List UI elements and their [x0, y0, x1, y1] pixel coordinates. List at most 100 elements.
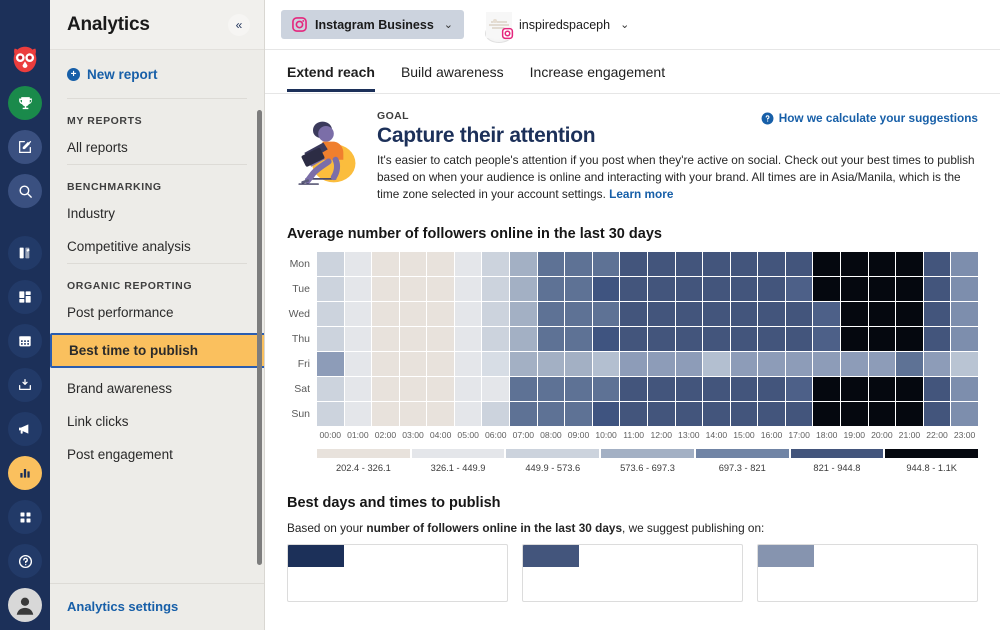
heatmap-cell[interactable]: [841, 277, 868, 301]
heatmap-cell[interactable]: [786, 302, 813, 326]
heatmap-cell[interactable]: [869, 277, 896, 301]
heatmap-cell[interactable]: [620, 327, 647, 351]
heatmap-cell[interactable]: [345, 327, 372, 351]
heatmap-cell[interactable]: [676, 252, 703, 276]
heatmap-cell[interactable]: [372, 377, 399, 401]
heatmap-cell[interactable]: [317, 402, 344, 426]
heatmap-cell[interactable]: [510, 302, 537, 326]
sidebar-item-all-reports[interactable]: All reports: [67, 131, 250, 164]
heatmap-cell[interactable]: [345, 377, 372, 401]
heatmap-cell[interactable]: [703, 252, 730, 276]
heatmap-cell[interactable]: [482, 327, 509, 351]
heatmap-cell[interactable]: [510, 352, 537, 376]
sidebar-item-brand-awareness[interactable]: Brand awareness: [67, 372, 250, 405]
heatmap-cell[interactable]: [400, 352, 427, 376]
heatmap-cell[interactable]: [565, 377, 592, 401]
heatmap-cell[interactable]: [813, 402, 840, 426]
heatmap-cell[interactable]: [400, 327, 427, 351]
heatmap-cell[interactable]: [427, 327, 454, 351]
megaphone-icon[interactable]: [8, 412, 42, 446]
heatmap-cell[interactable]: [648, 277, 675, 301]
heatmap-cell[interactable]: [786, 327, 813, 351]
heatmap-cell[interactable]: [455, 327, 482, 351]
heatmap-cell[interactable]: [565, 352, 592, 376]
heatmap-cell[interactable]: [703, 352, 730, 376]
heatmap-cell[interactable]: [400, 252, 427, 276]
heatmap-cell[interactable]: [620, 302, 647, 326]
heatmap-cell[interactable]: [924, 377, 951, 401]
trophy-icon[interactable]: [8, 86, 42, 120]
heatmap-cell[interactable]: [786, 377, 813, 401]
heatmap-cell[interactable]: [841, 302, 868, 326]
heatmap-cell[interactable]: [593, 252, 620, 276]
heatmap-cell[interactable]: [565, 402, 592, 426]
heatmap-cell[interactable]: [400, 377, 427, 401]
heatmap-cell[interactable]: [869, 352, 896, 376]
heatmap-cell[interactable]: [648, 377, 675, 401]
heatmap-cell[interactable]: [455, 302, 482, 326]
heatmap-cell[interactable]: [538, 252, 565, 276]
sidebar-item-best-time-to-publish[interactable]: Best time to publish: [50, 333, 264, 368]
heatmap-cell[interactable]: [538, 402, 565, 426]
heatmap-cell[interactable]: [317, 302, 344, 326]
sidebar-item-post-engagement[interactable]: Post engagement: [67, 438, 250, 471]
heatmap-cell[interactable]: [676, 277, 703, 301]
heatmap-cell[interactable]: [345, 277, 372, 301]
heatmap-cell[interactable]: [813, 277, 840, 301]
heatmap-cell[interactable]: [510, 327, 537, 351]
heatmap-cell[interactable]: [593, 327, 620, 351]
heatmap-cell[interactable]: [427, 402, 454, 426]
heatmap-cell[interactable]: [786, 402, 813, 426]
heatmap-cell[interactable]: [538, 277, 565, 301]
heatmap-cell[interactable]: [593, 277, 620, 301]
heatmap-cell[interactable]: [317, 277, 344, 301]
heatmap-cell[interactable]: [731, 327, 758, 351]
heatmap-cell[interactable]: [813, 252, 840, 276]
heatmap-cell[interactable]: [482, 277, 509, 301]
learn-more-link[interactable]: Learn more: [609, 187, 673, 201]
tab-increase-engagement[interactable]: Increase engagement: [530, 52, 665, 91]
heatmap-cell[interactable]: [841, 252, 868, 276]
heatmap-cell[interactable]: [869, 327, 896, 351]
sidebar-item-post-performance[interactable]: Post performance: [67, 296, 250, 329]
heatmap-cell[interactable]: [538, 327, 565, 351]
heatmap-cell[interactable]: [400, 302, 427, 326]
tab-build-awareness[interactable]: Build awareness: [401, 52, 504, 91]
heatmap-cell[interactable]: [455, 252, 482, 276]
heatmap-cell[interactable]: [896, 327, 923, 351]
heatmap-cell[interactable]: [593, 352, 620, 376]
heatmap-cell[interactable]: [400, 277, 427, 301]
heatmap-cell[interactable]: [841, 402, 868, 426]
heatmap-cell[interactable]: [869, 302, 896, 326]
heatmap-cell[interactable]: [565, 252, 592, 276]
heatmap-cell[interactable]: [731, 277, 758, 301]
account-selector[interactable]: inspiredspaceph ⌄: [474, 5, 640, 45]
heatmap-cell[interactable]: [813, 352, 840, 376]
heatmap-cell[interactable]: [896, 402, 923, 426]
heatmap-cell[interactable]: [869, 377, 896, 401]
heatmap-cell[interactable]: [758, 277, 785, 301]
sidebar-item-competitive-analysis[interactable]: Competitive analysis: [67, 230, 250, 263]
heatmap-cell[interactable]: [538, 302, 565, 326]
sidebar-scrollbar[interactable]: [257, 110, 262, 511]
tab-extend-reach[interactable]: Extend reach: [287, 52, 375, 91]
heatmap-cell[interactable]: [951, 402, 978, 426]
heatmap-cell[interactable]: [703, 302, 730, 326]
heatmap-cell[interactable]: [648, 352, 675, 376]
heatmap-cell[interactable]: [758, 352, 785, 376]
analytics-settings-link[interactable]: Analytics settings: [67, 599, 178, 614]
heatmap-cell[interactable]: [648, 327, 675, 351]
heatmap-cell[interactable]: [703, 277, 730, 301]
heatmap-cell[interactable]: [841, 377, 868, 401]
collapse-sidebar-button[interactable]: «: [228, 14, 250, 36]
heatmap-cell[interactable]: [510, 377, 537, 401]
heatmap-cell[interactable]: [648, 402, 675, 426]
heatmap-cell[interactable]: [731, 402, 758, 426]
heatmap-cell[interactable]: [482, 302, 509, 326]
heatmap-cell[interactable]: [924, 277, 951, 301]
heatmap-cell[interactable]: [593, 302, 620, 326]
heatmap-cell[interactable]: [758, 327, 785, 351]
question-mark-icon[interactable]: [8, 544, 42, 578]
heatmap-cell[interactable]: [676, 352, 703, 376]
heatmap-cell[interactable]: [703, 327, 730, 351]
